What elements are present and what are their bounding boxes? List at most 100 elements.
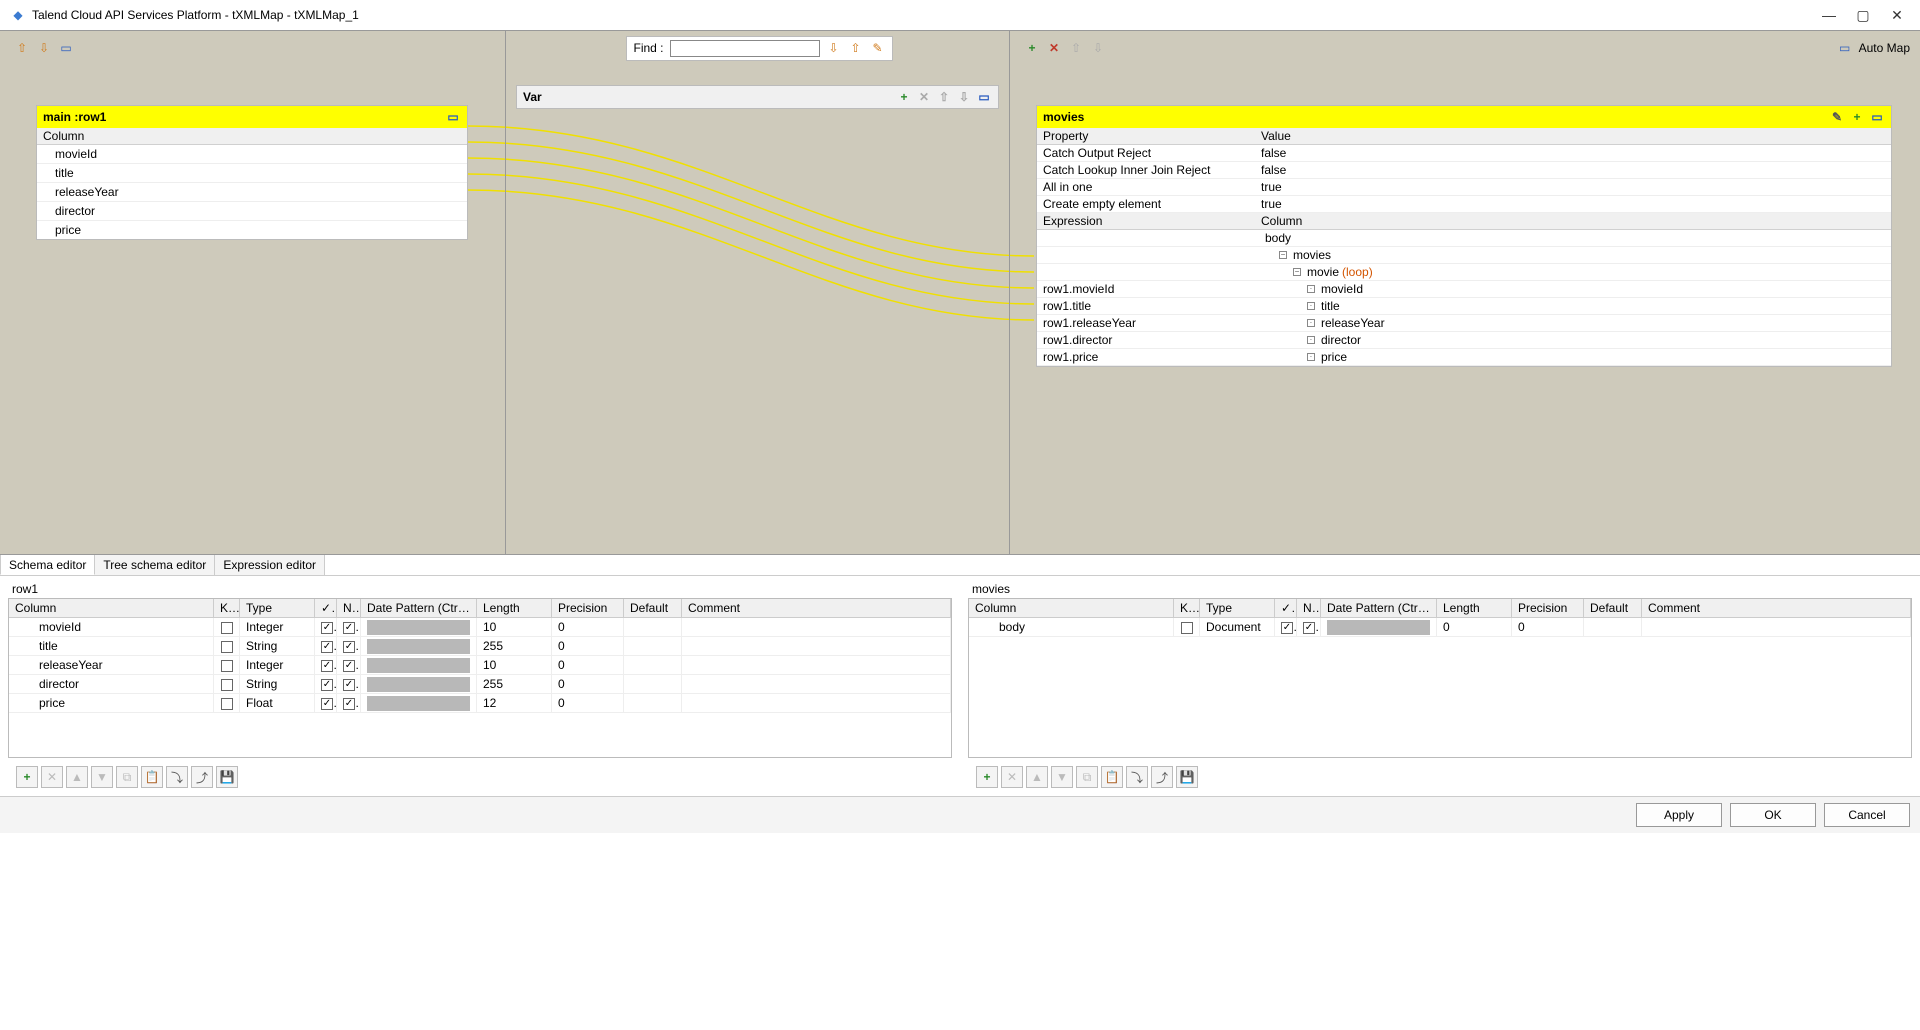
setup-icon[interactable]: ▭: [58, 40, 74, 56]
output-down-icon[interactable]: ⇩: [1090, 40, 1106, 56]
tree-node[interactable]: ·director: [1255, 332, 1891, 348]
automap-icon[interactable]: ▭: [1837, 40, 1853, 56]
input-column-row[interactable]: price: [37, 221, 467, 239]
schema-check[interactable]: ✓: [1275, 618, 1297, 636]
output-tree-row[interactable]: −movie (loop): [1037, 264, 1891, 281]
schema-header-cell[interactable]: Type: [1200, 599, 1275, 617]
tree-node[interactable]: ·title: [1255, 298, 1891, 314]
find-next-icon[interactable]: ⇩: [826, 40, 842, 56]
row-save-button[interactable]: 💾: [216, 766, 238, 788]
automap-label[interactable]: Auto Map: [1859, 41, 1910, 55]
expression-cell[interactable]: row1.director: [1037, 332, 1255, 348]
output-tree-row[interactable]: row1.releaseYear·releaseYear: [1037, 315, 1891, 332]
output-edit-icon[interactable]: ✎: [1829, 109, 1845, 125]
schema-header-cell[interactable]: Type: [240, 599, 315, 617]
row-import-button[interactable]: ⤵: [166, 766, 188, 788]
schema-nullable[interactable]: ✓: [337, 694, 361, 712]
tab-tree-schema-editor[interactable]: Tree schema editor: [95, 555, 215, 575]
input-column-row[interactable]: title: [37, 164, 467, 183]
apply-button[interactable]: Apply: [1636, 803, 1722, 827]
output-minimize-icon[interactable]: ▭: [1869, 109, 1885, 125]
schema-data-row[interactable]: movieIdInteger✓✓100: [9, 618, 951, 637]
expression-cell[interactable]: [1037, 247, 1255, 263]
schema-header-cell[interactable]: Length: [1437, 599, 1512, 617]
row-remove-button[interactable]: ✕: [1001, 766, 1023, 788]
var-up-icon[interactable]: ⇧: [936, 89, 952, 105]
output-tree-row[interactable]: −movies: [1037, 247, 1891, 264]
schema-header-cell[interactable]: K...: [214, 599, 240, 617]
schema-check[interactable]: ✓: [315, 675, 337, 693]
maximize-button[interactable]: ▢: [1856, 8, 1870, 22]
tree-node[interactable]: −movie (loop): [1255, 264, 1891, 280]
schema-check[interactable]: ✓: [315, 656, 337, 674]
schema-nullable[interactable]: ✓: [337, 675, 361, 693]
schema-data-row[interactable]: bodyDocument✓✓00: [969, 618, 1911, 637]
var-minimize-icon[interactable]: ▭: [976, 89, 992, 105]
schema-nullable[interactable]: ✓: [337, 637, 361, 655]
row-up-button[interactable]: ▲: [66, 766, 88, 788]
schema-data-row[interactable]: titleString✓✓2550: [9, 637, 951, 656]
expression-cell[interactable]: row1.price: [1037, 349, 1255, 365]
ok-button[interactable]: OK: [1730, 803, 1816, 827]
row-export-button[interactable]: ⤴: [191, 766, 213, 788]
cancel-button[interactable]: Cancel: [1824, 803, 1910, 827]
schema-key-check[interactable]: [214, 656, 240, 674]
output-add-col-icon[interactable]: +: [1849, 109, 1865, 125]
row-export-button[interactable]: ⤴: [1151, 766, 1173, 788]
output-tree-row[interactable]: row1.price·price: [1037, 349, 1891, 366]
tab-schema-editor[interactable]: Schema editor: [0, 555, 95, 575]
schema-header-cell[interactable]: Precision: [1512, 599, 1584, 617]
schema-header-cell[interactable]: Comment: [1642, 599, 1911, 617]
schema-data-row[interactable]: releaseYearInteger✓✓100: [9, 656, 951, 675]
schema-check[interactable]: ✓: [315, 637, 337, 655]
row-down-button[interactable]: ▼: [1051, 766, 1073, 788]
var-down-icon[interactable]: ⇩: [956, 89, 972, 105]
schema-nullable[interactable]: ✓: [337, 618, 361, 636]
row-copy-button[interactable]: ⧉: [1076, 766, 1098, 788]
output-property-row[interactable]: Create empty elementtrue: [1037, 196, 1891, 213]
schema-header-cell[interactable]: Date Pattern (Ctrl+...: [1321, 599, 1437, 617]
move-up-icon[interactable]: ⇧: [14, 40, 30, 56]
schema-date-pattern[interactable]: [361, 675, 477, 693]
schema-header-cell[interactable]: Date Pattern (Ctrl+...: [361, 599, 477, 617]
output-remove-icon[interactable]: ✕: [1046, 40, 1062, 56]
row-remove-button[interactable]: ✕: [41, 766, 63, 788]
output-tree-row[interactable]: body: [1037, 230, 1891, 247]
output-tree-row[interactable]: row1.title·title: [1037, 298, 1891, 315]
schema-header-cell[interactable]: Default: [1584, 599, 1642, 617]
tree-node[interactable]: ·releaseYear: [1255, 315, 1891, 331]
row-paste-button[interactable]: 📋: [1101, 766, 1123, 788]
schema-date-pattern[interactable]: [361, 637, 477, 655]
schema-header-cell[interactable]: Length: [477, 599, 552, 617]
schema-data-row[interactable]: priceFloat✓✓120: [9, 694, 951, 713]
schema-header-cell[interactable]: N...: [337, 599, 361, 617]
input-column-row[interactable]: director: [37, 202, 467, 221]
row-down-button[interactable]: ▼: [91, 766, 113, 788]
schema-check[interactable]: ✓: [315, 694, 337, 712]
output-up-icon[interactable]: ⇧: [1068, 40, 1084, 56]
schema-header-cell[interactable]: Column: [9, 599, 214, 617]
schema-data-row[interactable]: directorString✓✓2550: [9, 675, 951, 694]
find-highlight-icon[interactable]: ✎: [870, 40, 886, 56]
output-property-row[interactable]: Catch Lookup Inner Join Rejectfalse: [1037, 162, 1891, 179]
schema-key-check[interactable]: [1174, 618, 1200, 636]
tree-node[interactable]: body: [1255, 230, 1891, 246]
schema-nullable[interactable]: ✓: [337, 656, 361, 674]
row-up-button[interactable]: ▲: [1026, 766, 1048, 788]
expression-cell[interactable]: row1.releaseYear: [1037, 315, 1255, 331]
row-add-button[interactable]: +: [16, 766, 38, 788]
schema-date-pattern[interactable]: [361, 656, 477, 674]
minimize-button[interactable]: —: [1822, 8, 1836, 22]
tree-node[interactable]: ·movieId: [1255, 281, 1891, 297]
tree-node[interactable]: −movies: [1255, 247, 1891, 263]
schema-check[interactable]: ✓: [315, 618, 337, 636]
expression-cell[interactable]: row1.title: [1037, 298, 1255, 314]
tab-expression-editor[interactable]: Expression editor: [215, 555, 325, 575]
schema-header-cell[interactable]: ✓: [1275, 599, 1297, 617]
row-paste-button[interactable]: 📋: [141, 766, 163, 788]
output-property-row[interactable]: Catch Output Rejectfalse: [1037, 145, 1891, 162]
output-tree-row[interactable]: row1.director·director: [1037, 332, 1891, 349]
output-property-row[interactable]: All in onetrue: [1037, 179, 1891, 196]
schema-header-cell[interactable]: Precision: [552, 599, 624, 617]
expression-cell[interactable]: [1037, 264, 1255, 280]
